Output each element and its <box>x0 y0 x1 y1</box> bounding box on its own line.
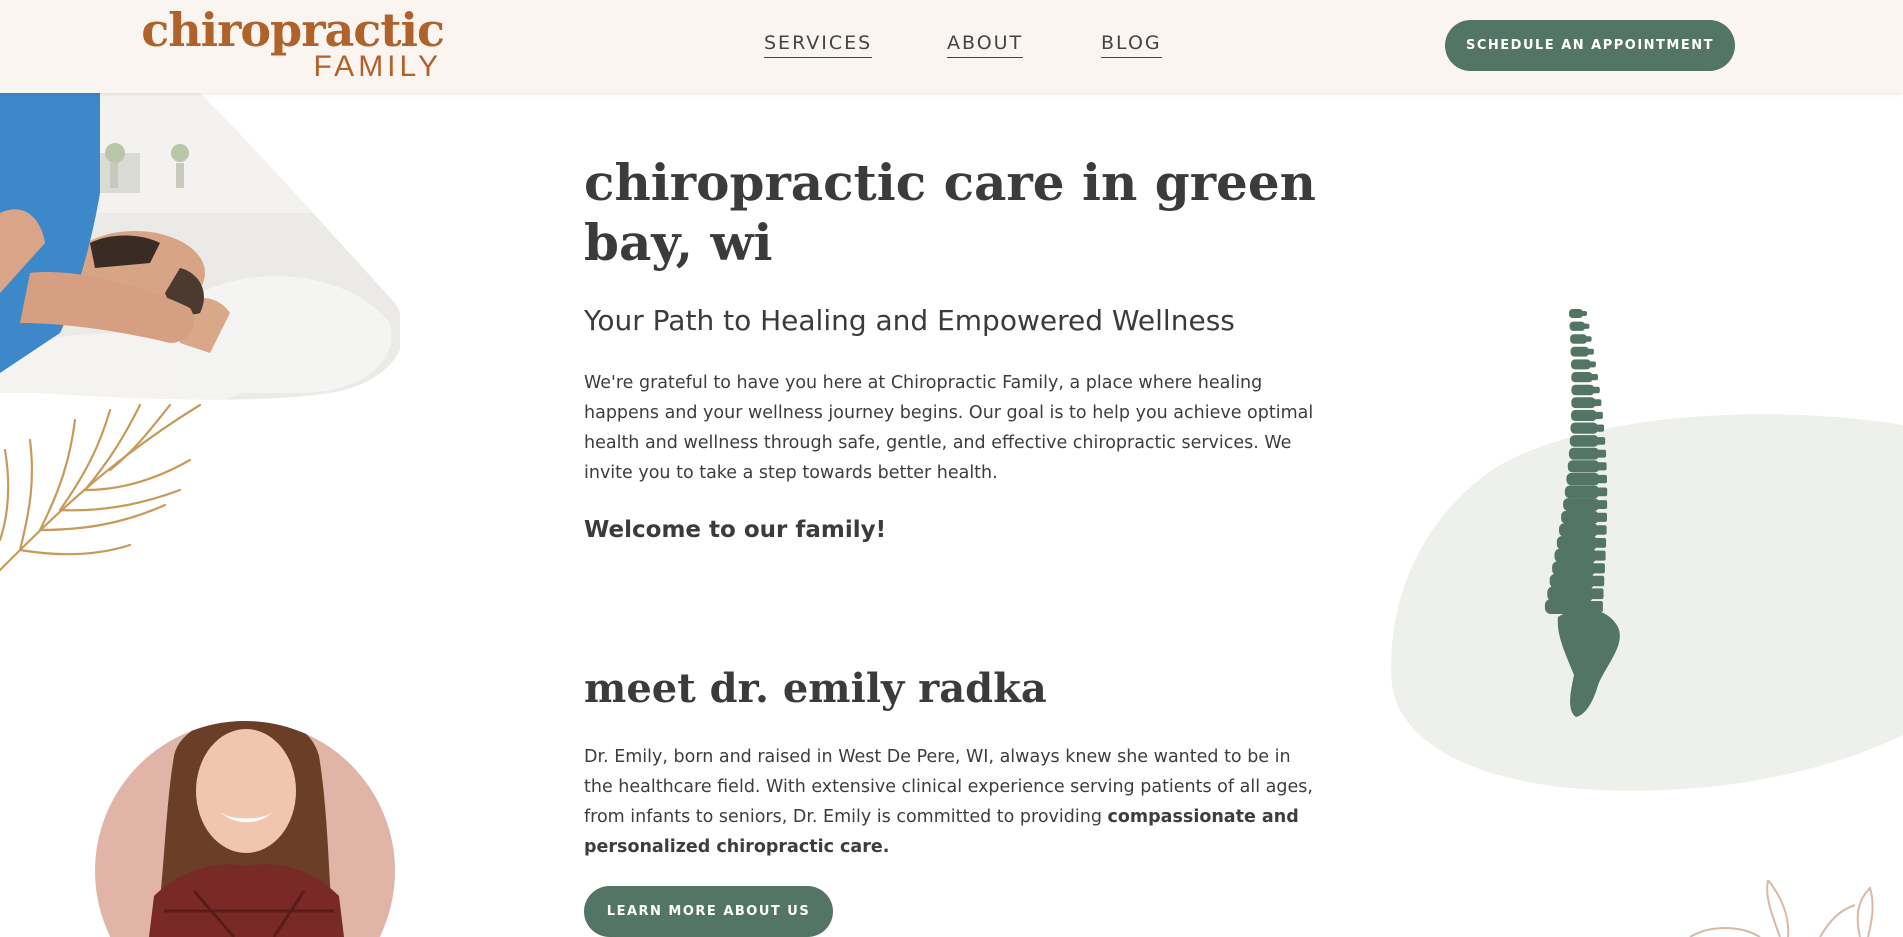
vertebra-process <box>1596 512 1607 522</box>
nav-link-about[interactable]: ABOUT <box>947 32 1024 58</box>
vertebra-process <box>1597 487 1608 497</box>
vertebra <box>1569 321 1586 331</box>
vertebra <box>1564 485 1600 499</box>
vertebra-process <box>1585 336 1592 342</box>
doctor-heading: meet dr. emily radka <box>584 665 1047 712</box>
vertebra-process <box>1591 588 1604 600</box>
logo-subtitle: FAMILY <box>313 50 442 83</box>
vertebra <box>1570 334 1588 344</box>
vertebra <box>1570 346 1589 357</box>
vertebra <box>1556 536 1598 550</box>
logo[interactable]: chiropractic FAMILY <box>141 4 446 84</box>
vertebra <box>1569 309 1583 318</box>
vertebra <box>1571 384 1595 396</box>
vertebra <box>1559 523 1599 537</box>
schedule-appointment-button[interactable]: SCHEDULE AN APPOINTMENT <box>1445 20 1735 71</box>
doctor-photo <box>95 721 395 937</box>
palm-frond-icon <box>0 403 202 572</box>
vertebra-process <box>1594 411 1603 419</box>
vertebra <box>1554 548 1597 563</box>
vertebra <box>1563 498 1600 511</box>
vertebra <box>1567 460 1600 473</box>
vertebra-process <box>1583 323 1590 329</box>
vertebra-process <box>1595 424 1605 432</box>
hero-paragraph: We're grateful to have you here at Chiro… <box>584 373 1314 483</box>
vertebra-process <box>1596 437 1606 445</box>
nav-link-blog[interactable]: BLOG <box>1101 32 1162 58</box>
nav-link-services[interactable]: SERVICES <box>764 32 873 58</box>
vertebra <box>1566 472 1600 486</box>
vertebra-process <box>1597 500 1608 509</box>
site-header: chiropractic FAMILY SERVICES ABOUT BLOG … <box>0 0 1903 93</box>
vertebra <box>1561 510 1599 524</box>
learn-more-button[interactable]: LEARN MORE ABOUT US <box>584 886 833 937</box>
vertebra-process <box>1592 575 1605 587</box>
welcome-text: Welcome to our family! <box>584 517 887 543</box>
vertebra <box>1568 447 1600 460</box>
vertebra-process <box>1592 386 1600 394</box>
vertebra-process <box>1597 449 1607 458</box>
vertebra <box>1571 409 1597 421</box>
doctor-paragraph: Dr. Emily, born and raised in West De Pe… <box>584 742 1324 862</box>
vertebra-process <box>1581 311 1587 316</box>
spine-icon <box>1544 309 1620 717</box>
vertebra-process <box>1588 361 1596 368</box>
vertebra <box>1549 573 1595 589</box>
vertebra <box>1571 397 1596 409</box>
vertebra-process <box>1595 538 1607 548</box>
vertebra-process <box>1594 550 1606 561</box>
vertebra <box>1571 359 1591 370</box>
vertebra <box>1571 372 1593 383</box>
sacrum <box>1557 608 1620 717</box>
vertebra-process <box>1597 462 1607 471</box>
vertebra <box>1569 435 1599 447</box>
decorative-blob <box>1391 414 1903 791</box>
leaf-icon <box>1689 880 1874 937</box>
vertebra-process <box>1596 525 1607 535</box>
vertebra <box>1570 422 1598 434</box>
vertebra-process <box>1590 374 1598 381</box>
vertebra-process <box>1587 348 1594 355</box>
vertebra-process <box>1593 563 1605 574</box>
page-title: chiropractic care in green bay, wi <box>584 153 1317 272</box>
vertebra <box>1552 561 1596 576</box>
logo-wordmark: chiropractic <box>141 3 445 57</box>
vertebra-process <box>1597 474 1607 484</box>
hero-subtitle: Your Path to Healing and Empowered Welln… <box>584 304 1235 337</box>
vertebra-process <box>1593 399 1602 407</box>
vertebra <box>1547 586 1594 602</box>
